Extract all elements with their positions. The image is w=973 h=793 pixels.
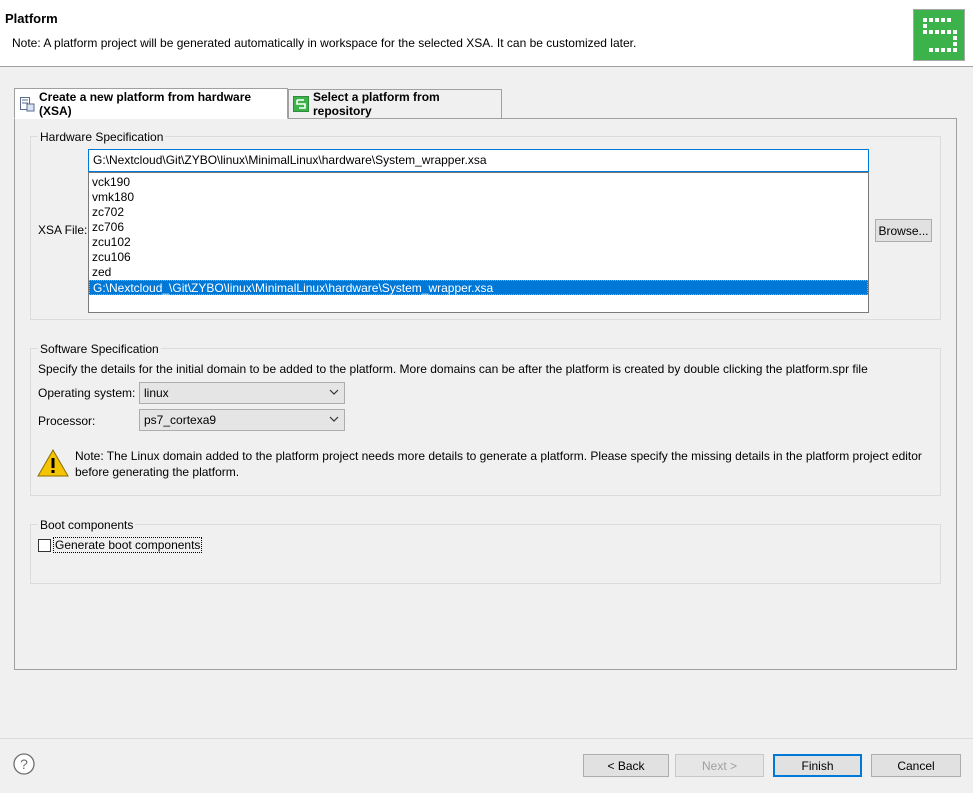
generate-boot-label[interactable]: Generate boot components: [53, 537, 203, 553]
processor-value: ps7_cortexa9: [144, 413, 217, 427]
list-item[interactable]: zed: [89, 265, 868, 280]
hardware-spec-label: Hardware Specification: [38, 130, 166, 144]
boot-components-group: [30, 524, 941, 584]
xsa-file-input[interactable]: G:\Nextcloud\Git\ZYBO\linux\MinimalLinux…: [88, 149, 869, 172]
cancel-button[interactable]: Cancel: [871, 754, 961, 777]
os-select[interactable]: linux: [139, 382, 345, 404]
list-item[interactable]: zcu106: [89, 250, 868, 265]
wizard-header: Platform Note: A platform project will b…: [0, 0, 973, 67]
repository-icon: [293, 96, 309, 112]
processor-select[interactable]: ps7_cortexa9: [139, 409, 345, 431]
list-item[interactable]: zc706: [89, 220, 868, 235]
browse-button[interactable]: Browse...: [875, 219, 932, 242]
page-description: Note: A platform project will be generat…: [12, 36, 637, 50]
processor-label: Processor:: [38, 414, 96, 428]
next-button[interactable]: Next >: [675, 754, 764, 777]
chevron-down-icon: [328, 386, 340, 398]
linux-domain-note-line2: before generating the platform.: [75, 465, 240, 479]
linux-domain-note-line1: Note: The Linux domain added to the plat…: [75, 449, 922, 463]
tab-label: Create a new platform from hardware (XSA…: [39, 89, 252, 118]
list-item[interactable]: zc702: [89, 205, 868, 220]
finish-button[interactable]: Finish: [773, 754, 862, 777]
xsa-dropdown-list[interactable]: vck190 vmk180 zc702 zc706 zcu102 zcu106 …: [88, 172, 869, 313]
list-item[interactable]: vck190: [89, 175, 868, 190]
tab-create-from-hardware[interactable]: Create a new platform from hardware (XSA…: [14, 88, 288, 119]
tab-label: Select a platform from repository: [313, 90, 440, 118]
list-item[interactable]: vmk180: [89, 190, 868, 205]
svg-text:?: ?: [20, 756, 28, 772]
software-description: Specify the details for the initial doma…: [38, 362, 868, 376]
warning-icon: [37, 448, 69, 477]
list-item[interactable]: zcu102: [89, 235, 868, 250]
chevron-down-icon: [328, 413, 340, 425]
software-spec-label: Software Specification: [38, 342, 161, 356]
page-title: Platform: [5, 11, 58, 26]
os-value: linux: [144, 386, 169, 400]
boot-components-label: Boot components: [38, 518, 136, 532]
tab-select-from-repository[interactable]: Select a platform from repository: [288, 89, 502, 119]
list-item-selected[interactable]: G:\Nextcloud_\Git\ZYBO\linux\MinimalLinu…: [89, 280, 868, 295]
footer-divider: [0, 738, 973, 739]
back-button[interactable]: < Back: [583, 754, 669, 777]
hardware-icon: [19, 96, 35, 112]
help-icon[interactable]: ?: [13, 753, 35, 775]
xsa-file-label: XSA File:: [38, 223, 88, 237]
generate-boot-checkbox[interactable]: [38, 539, 51, 552]
os-label: Operating system:: [38, 386, 136, 400]
platform-wizard-icon: [913, 9, 965, 61]
